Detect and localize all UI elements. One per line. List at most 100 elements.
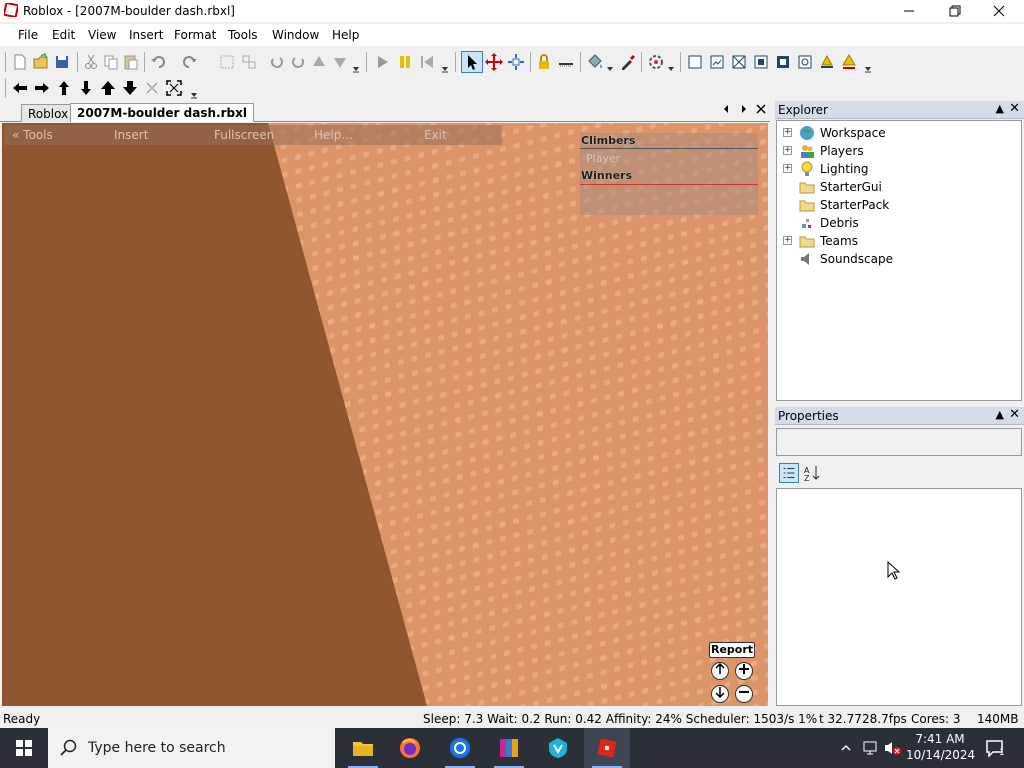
tray-overflow-icon[interactable]	[840, 742, 852, 754]
joint-dropdown-icon[interactable]	[667, 65, 675, 73]
select-cursor-icon[interactable]	[463, 53, 481, 71]
tree-item-soundscape[interactable]: Soundscape	[777, 249, 1017, 267]
zoom-in-icon[interactable]	[143, 79, 161, 97]
paste-icon[interactable]	[122, 53, 140, 71]
taskbar-winrar[interactable]	[486, 728, 532, 768]
arrow-down-icon[interactable]	[121, 79, 139, 97]
zoom-extents-icon[interactable]	[165, 79, 183, 97]
lock-icon[interactable]	[535, 53, 553, 71]
tree-item-debris[interactable]: Debris	[777, 213, 1017, 231]
arrow-up-icon[interactable]	[99, 79, 117, 97]
copy-icon[interactable]	[102, 53, 120, 71]
menu-tools[interactable]: Tools	[228, 28, 258, 42]
ingame-fullscreen-button[interactable]: Fullscreen	[214, 128, 274, 142]
toolbar-overflow-icon[interactable]	[864, 65, 872, 73]
toolbar-grip[interactable]	[5, 52, 7, 72]
tab-scroll-left-icon[interactable]	[721, 104, 731, 114]
tab-close-icon[interactable]	[756, 104, 766, 114]
tree-item-teams[interactable]: + Teams	[777, 231, 1017, 249]
toolbar-grip[interactable]	[366, 52, 368, 72]
ingame-insert-button[interactable]: Insert	[114, 128, 148, 142]
resize-tool-icon[interactable]	[507, 53, 525, 71]
surface-studs-icon[interactable]	[752, 53, 770, 71]
menu-edit[interactable]: Edit	[52, 28, 75, 42]
toolbar-overflow-icon[interactable]	[441, 65, 449, 73]
redo-icon[interactable]	[180, 53, 198, 71]
ingame-tools-button[interactable]: « Tools	[12, 128, 53, 142]
paint-dropdown-icon[interactable]	[606, 65, 614, 73]
categorized-view-icon[interactable]	[779, 463, 799, 483]
taskbar-chrome[interactable]	[437, 728, 483, 768]
move-down-icon[interactable]	[331, 53, 349, 71]
surface-smooth-icon[interactable]	[686, 53, 704, 71]
properties-filter-box[interactable]	[776, 428, 1022, 456]
zoom-in-button[interactable]	[735, 662, 753, 680]
pin-icon[interactable]: ▲	[996, 102, 1004, 115]
toolbar-grip[interactable]	[5, 78, 7, 98]
arrow-left-icon[interactable]	[11, 79, 29, 97]
dropper-icon[interactable]	[619, 53, 637, 71]
rotate-left-icon[interactable]	[268, 53, 286, 71]
close-button[interactable]	[976, 0, 1022, 22]
arrow-right-icon[interactable]	[33, 79, 51, 97]
tree-item-players[interactable]: + Players	[777, 141, 1017, 159]
tab-scroll-right-icon[interactable]	[739, 104, 749, 114]
taskbar-clock[interactable]: 7:41 AM 10/14/2024	[906, 731, 975, 763]
zoom-out-button[interactable]	[735, 685, 753, 703]
ingame-help-button[interactable]: Help...	[314, 128, 353, 142]
toolbar-overflow-icon[interactable]	[190, 91, 198, 99]
play-icon[interactable]	[373, 53, 391, 71]
menu-insert[interactable]: Insert	[129, 28, 163, 42]
arrow-back-icon[interactable]	[77, 79, 95, 97]
group-icon[interactable]	[218, 53, 236, 71]
explorer-close-icon[interactable]: ✕	[1009, 101, 1020, 116]
tree-item-starterpack[interactable]: StarterPack	[777, 195, 1017, 213]
menu-format[interactable]: Format	[174, 28, 216, 42]
expand-icon[interactable]: +	[783, 236, 792, 245]
undo-icon[interactable]	[150, 53, 168, 71]
taskbar-roblox-studio[interactable]	[584, 728, 630, 768]
arrow-forward-icon[interactable]	[55, 79, 73, 97]
taskbar-firefox[interactable]	[387, 728, 433, 768]
cut-icon[interactable]	[82, 53, 100, 71]
tree-item-lighting[interactable]: + Lighting	[777, 159, 1017, 177]
tree-item-startergui[interactable]: StarterGui	[777, 177, 1017, 195]
ingame-exit-button[interactable]: Exit	[424, 128, 447, 142]
move-up-icon[interactable]	[310, 53, 328, 71]
rotate-right-icon[interactable]	[289, 53, 307, 71]
anchor-surface-icon[interactable]	[557, 53, 575, 71]
surface-motor-icon[interactable]	[840, 53, 858, 71]
paint-bucket-icon[interactable]	[586, 53, 604, 71]
tree-item-workspace[interactable]: + Workspace	[777, 123, 1017, 141]
move-tool-icon[interactable]	[485, 53, 503, 71]
properties-close-icon[interactable]: ✕	[1009, 407, 1020, 422]
expand-icon[interactable]: +	[783, 146, 792, 155]
tab-boulder-dash[interactable]: 2007M-boulder dash.rbxl	[70, 103, 254, 122]
taskbar-file-explorer[interactable]	[340, 728, 386, 768]
joint-settings-icon[interactable]	[647, 53, 665, 71]
volume-muted-icon[interactable]	[884, 740, 902, 756]
pin-icon[interactable]: ▲	[996, 408, 1004, 421]
sort-alphabetical-icon[interactable]: AZ	[802, 463, 822, 483]
save-icon[interactable]	[53, 53, 71, 71]
menu-view[interactable]: View	[88, 28, 116, 42]
minimize-button[interactable]	[886, 0, 932, 22]
surface-glue-icon[interactable]	[708, 53, 726, 71]
menu-window[interactable]: Window	[272, 28, 319, 42]
pause-icon[interactable]	[396, 53, 414, 71]
ungroup-icon[interactable]	[240, 53, 258, 71]
toolbar-overflow-icon[interactable]	[352, 65, 360, 73]
report-button[interactable]: Report	[709, 642, 755, 658]
menu-file[interactable]: File	[18, 28, 38, 42]
menu-help[interactable]: Help	[332, 28, 359, 42]
tab-roblox[interactable]: Roblox	[21, 104, 76, 122]
taskbar-search[interactable]: Type here to search	[48, 728, 335, 768]
taskbar-vpn[interactable]	[535, 728, 581, 768]
expand-icon[interactable]: +	[783, 164, 792, 173]
network-icon[interactable]	[862, 740, 878, 756]
surface-universal-icon[interactable]	[796, 53, 814, 71]
surface-hinge-icon[interactable]	[818, 53, 836, 71]
start-button[interactable]	[0, 728, 48, 768]
maximize-button[interactable]	[932, 0, 978, 22]
camera-up-button[interactable]	[711, 662, 729, 680]
